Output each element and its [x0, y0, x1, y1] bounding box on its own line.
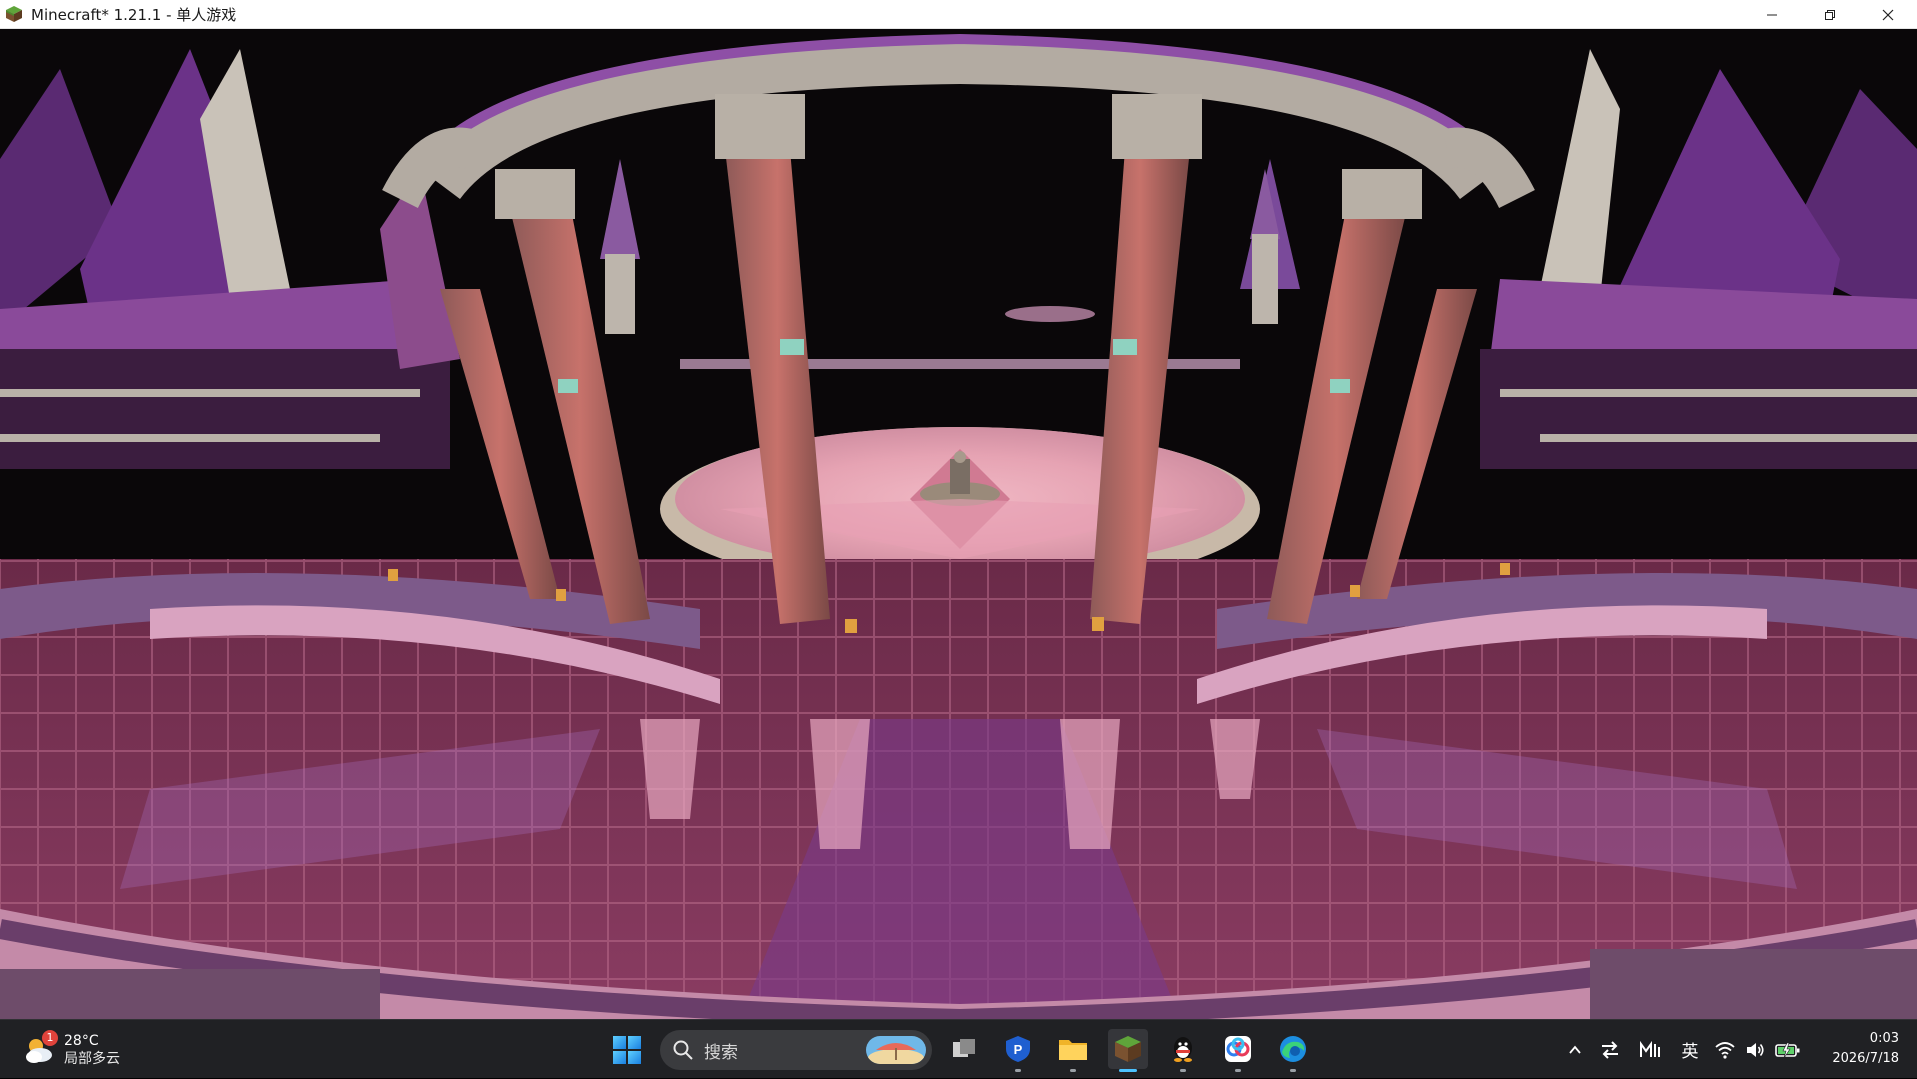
battery-icon [1775, 1042, 1800, 1058]
input-language-label: 英 [1681, 1042, 1699, 1062]
volume-icon [1747, 1042, 1764, 1057]
password-manager-icon: P [1006, 1036, 1030, 1062]
search-input[interactable]: 搜索 [660, 1030, 932, 1070]
clock-date: 2026/7/18 [1832, 1051, 1899, 1066]
running-indicator [1070, 1069, 1076, 1072]
chevron-up-icon [1569, 1045, 1581, 1054]
weather-widget[interactable]: 1 28°C 局部多云 [22, 1028, 120, 1072]
clock-time: 0:03 [1869, 1031, 1899, 1046]
system-clock[interactable]: 0:03 2026/7/18 [1832, 1029, 1899, 1069]
taskbar-app-minecraft[interactable] [1108, 1029, 1148, 1072]
taskbar-app-password-manager[interactable]: P [998, 1029, 1038, 1072]
search-placeholder: 搜索 [704, 1042, 738, 1063]
qq-icon [1174, 1037, 1192, 1062]
search-highlight-image [866, 1036, 926, 1064]
taskbar-app-file-explorer[interactable] [1053, 1029, 1093, 1072]
running-indicator [1235, 1069, 1241, 1072]
minecraft-icon [1115, 1036, 1141, 1062]
running-indicator [1015, 1069, 1021, 1072]
partly-cloudy-icon: 1 [22, 1030, 58, 1067]
window-controls [1743, 0, 1917, 29]
minimize-button[interactable] [1743, 0, 1801, 29]
start-button[interactable] [610, 1033, 644, 1067]
netdisk-icon [1225, 1036, 1251, 1062]
show-hidden-icons-button[interactable] [1560, 1042, 1590, 1058]
weather-badge: 1 [42, 1030, 58, 1046]
battery-status[interactable] [1770, 1041, 1806, 1059]
volume-control[interactable] [1740, 1041, 1770, 1059]
wifi-icon [1715, 1041, 1735, 1059]
ime-mode-icon [1640, 1040, 1660, 1057]
game-viewport[interactable] [0, 29, 1917, 1019]
taskbar: 1 28°C 局部多云 搜索 P 英 0:03 2026/7/18 [0, 1019, 1917, 1078]
weather-temperature: 28°C [64, 1033, 99, 1049]
wifi-status[interactable] [1710, 1041, 1740, 1059]
svg-text:P: P [1014, 1042, 1023, 1057]
task-view-button[interactable] [944, 1029, 984, 1069]
input-language-button[interactable]: 英 [1670, 1037, 1710, 1062]
window-title: Minecraft* 1.21.1 - 单人游戏 [31, 5, 237, 24]
system-tray: 英 [1560, 1020, 1806, 1079]
taskbar-app-edge[interactable] [1273, 1029, 1313, 1072]
weather-condition: 局部多云 [64, 1051, 120, 1067]
restore-button[interactable] [1801, 0, 1859, 29]
ime-mode-button[interactable] [1630, 1040, 1670, 1059]
running-indicator [1180, 1069, 1186, 1072]
grass-block-icon [6, 6, 22, 22]
taskbar-app-qq[interactable] [1163, 1029, 1203, 1072]
windows-logo-icon [613, 1036, 641, 1064]
restore-icon [1825, 9, 1835, 20]
file-explorer-icon [1059, 1040, 1087, 1060]
edge-browser-icon [1280, 1036, 1306, 1062]
search-icon [673, 1040, 693, 1060]
title-bar: Minecraft* 1.21.1 - 单人游戏 [0, 0, 1917, 29]
tray-swap-button[interactable] [1590, 1040, 1630, 1059]
close-button[interactable] [1859, 0, 1917, 29]
minimize-icon [1767, 14, 1777, 15]
taskbar-app-netdisk[interactable] [1218, 1029, 1258, 1072]
task-view-icon [953, 1039, 975, 1057]
swap-icon [1602, 1040, 1618, 1059]
running-indicator [1290, 1069, 1296, 1072]
close-icon [1882, 9, 1894, 20]
game-scene [0, 29, 1917, 1019]
running-indicator [1119, 1069, 1137, 1072]
